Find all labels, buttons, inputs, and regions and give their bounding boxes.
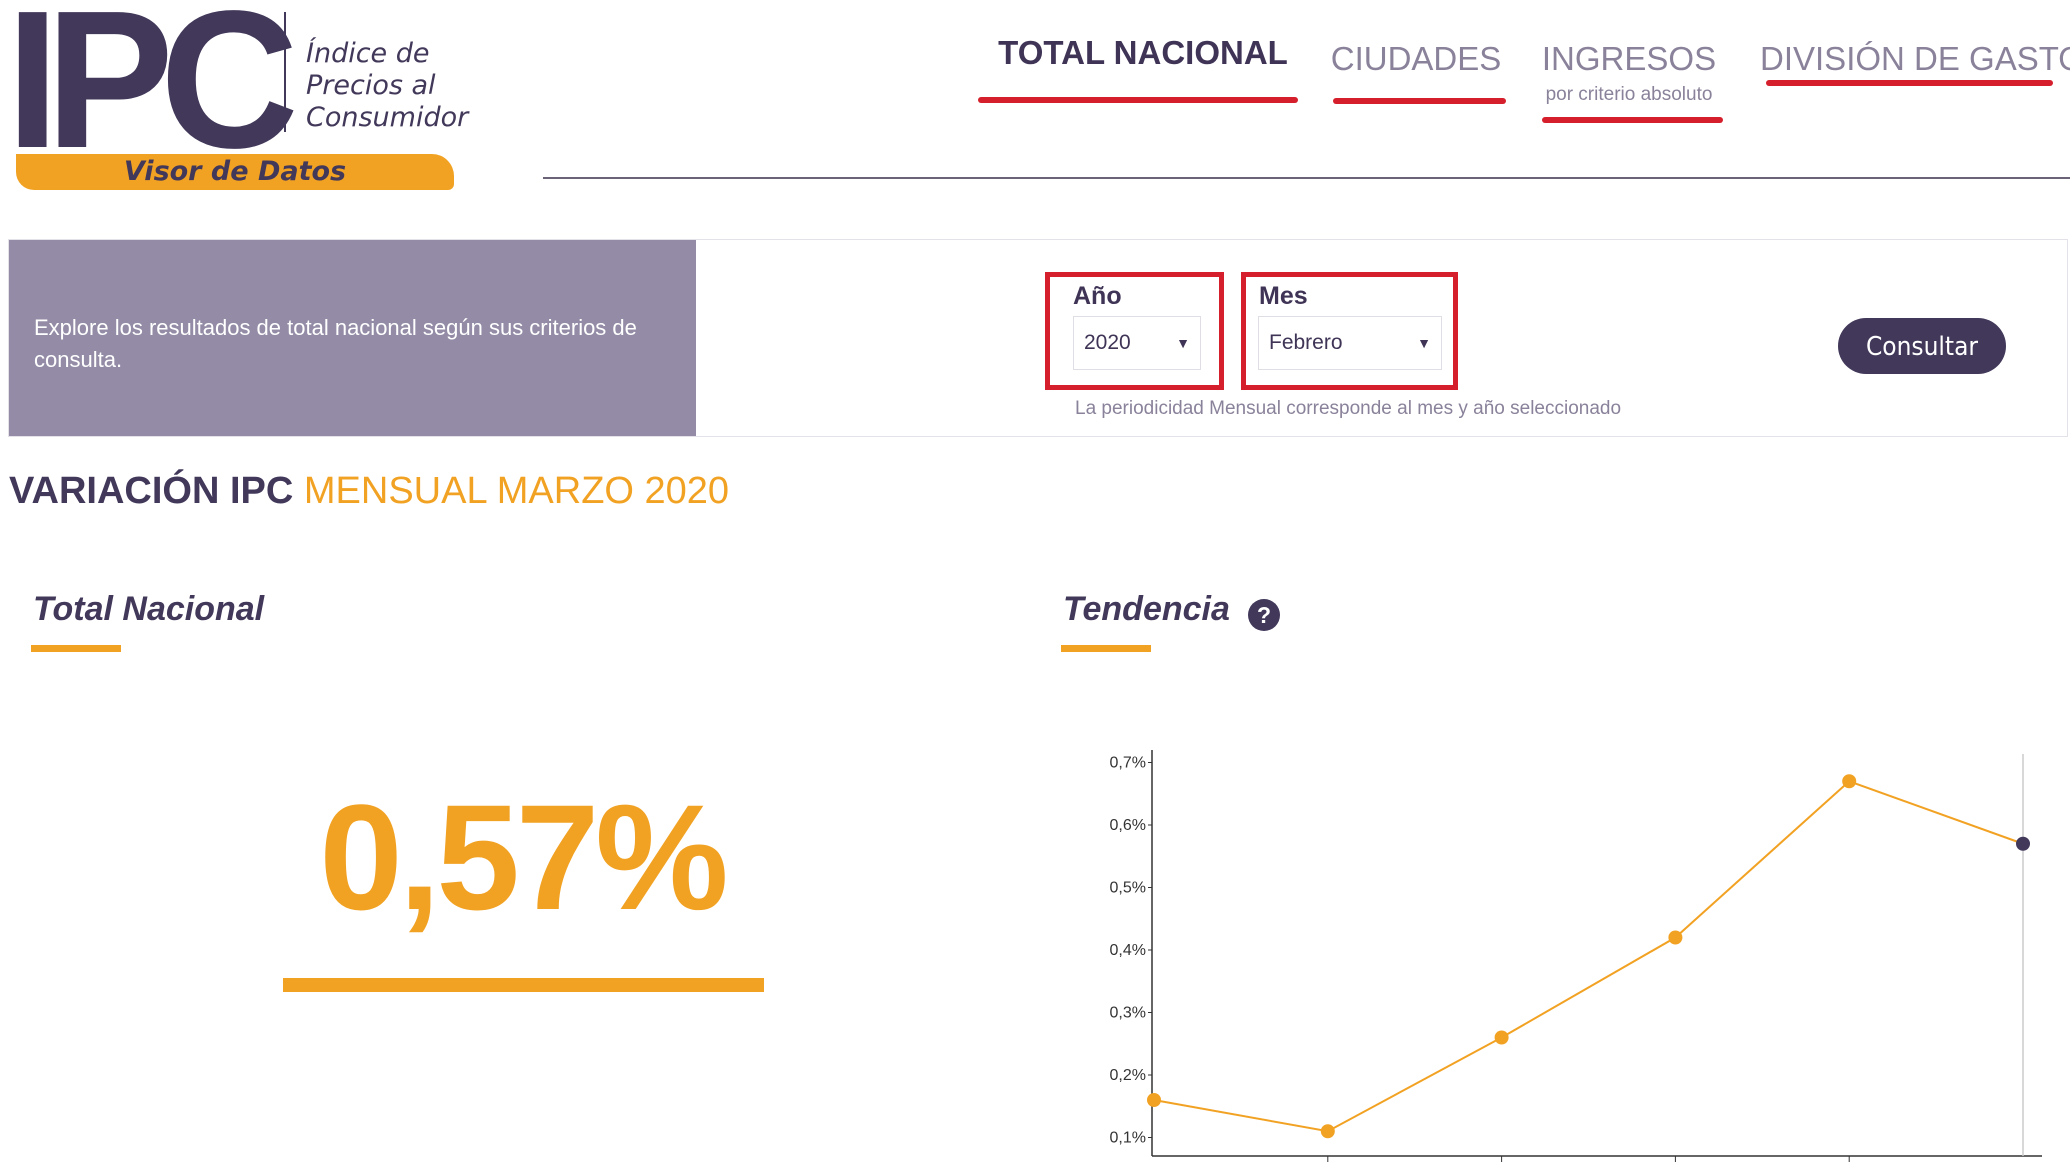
- month-select[interactable]: Febrero ▼: [1258, 316, 1442, 370]
- month-label: Mes: [1259, 282, 1308, 310]
- tab-highlight-underline: [1542, 117, 1723, 123]
- tab-division-de-gasto[interactable]: DIVISIÓN DE GASTO: [1760, 40, 2070, 78]
- year-label: Año: [1073, 282, 1122, 310]
- y-tick-label: 0,4%: [1110, 942, 1146, 959]
- total-nacional-title: Total Nacional: [33, 590, 265, 628]
- y-tick-label: 0,5%: [1110, 880, 1146, 897]
- chevron-down-icon: ▼: [1417, 335, 1431, 351]
- trend-point: [1320, 1124, 1335, 1139]
- y-tick-label: 0,3%: [1110, 1005, 1146, 1022]
- logo-ribbon-text: Visor de Datos: [123, 156, 347, 187]
- month-select-value: Febrero: [1269, 331, 1343, 354]
- logo-divider: [284, 12, 286, 132]
- chevron-down-icon: ▼: [1176, 335, 1190, 351]
- tab-ciudades[interactable]: CIUDADES: [1326, 40, 1506, 78]
- tab-total-nacional[interactable]: TOTAL NACIONAL: [978, 34, 1308, 72]
- trend-line: [1153, 780, 2024, 1133]
- tab-label: INGRESOS: [1541, 40, 1717, 77]
- filter-intro-text: Explore los resultados de total nacional…: [34, 315, 637, 372]
- section-title: VARIACIÓN IPC MENSUAL MARZO 2020: [9, 470, 729, 513]
- total-value: 0,57%: [319, 773, 728, 941]
- tab-highlight-underline: [1766, 80, 2053, 86]
- section-title-period: MENSUAL MARZO 2020: [303, 470, 730, 512]
- logo-subtitle-line: Precios al: [306, 70, 436, 101]
- trend-point: [1494, 1030, 1509, 1045]
- trend-point: [1147, 1093, 1161, 1107]
- total-value-underline: [283, 978, 764, 992]
- total-nacional-underline: [31, 645, 121, 652]
- help-icon[interactable]: ?: [1248, 599, 1280, 631]
- y-tick-label: 0,7%: [1110, 755, 1146, 772]
- tab-label: DIVISIÓN DE GASTO: [1760, 40, 2070, 77]
- tab-label: TOTAL NACIONAL: [998, 34, 1288, 71]
- logo-mark: IPC: [6, 0, 299, 189]
- tab-highlight-underline: [1333, 98, 1506, 104]
- year-select-value: 2020: [1084, 331, 1131, 354]
- tab-label: CIUDADES: [1330, 40, 1502, 77]
- tab-highlight-underline: [978, 97, 1298, 103]
- trend-point: [1668, 930, 1683, 945]
- trend-chart: 0,1% 0,2% 0,3% 0,4% 0,5% 0,6% 0,7%: [1110, 750, 2042, 1162]
- trend-point: [1842, 774, 1857, 789]
- tab-sublabel: por criterio absoluto: [1545, 84, 1713, 105]
- section-title-main: VARIACIÓN IPC: [9, 470, 294, 512]
- tendencia-underline: [1061, 645, 1151, 652]
- y-tick-label: 0,1%: [1110, 1130, 1146, 1147]
- trend-point: [2016, 836, 2030, 851]
- filter-note: La periodicidad Mensual corresponde al m…: [1075, 398, 1622, 419]
- tendencia-title: Tendencia: [1063, 590, 1230, 628]
- nav-divider: [543, 177, 2070, 179]
- y-tick-label: 0,2%: [1110, 1067, 1146, 1084]
- logo-subtitle-line: Índice de: [306, 38, 430, 69]
- y-tick-label: 0,6%: [1110, 817, 1146, 834]
- consultar-button[interactable]: Consultar: [1838, 318, 2006, 374]
- year-select[interactable]: 2020 ▼: [1073, 316, 1201, 370]
- logo-subtitle-line: Consumidor: [306, 102, 469, 133]
- tab-ingresos[interactable]: INGRESOS por criterio absoluto: [1532, 40, 1726, 106]
